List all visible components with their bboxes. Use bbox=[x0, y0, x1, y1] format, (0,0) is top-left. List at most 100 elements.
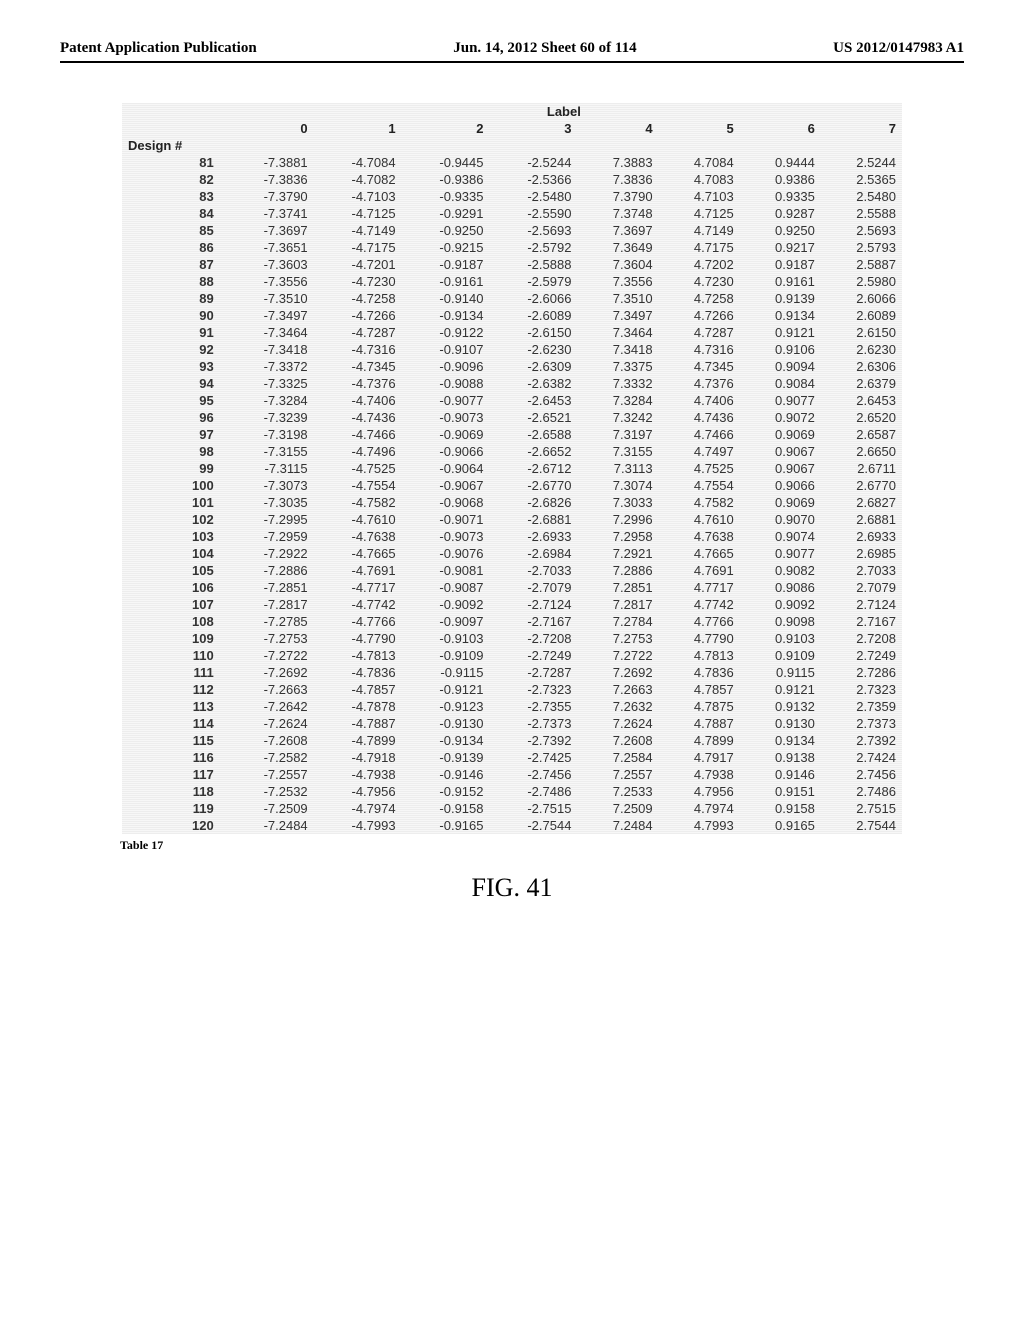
cell: -7.3790 bbox=[226, 188, 314, 205]
cell: -7.3418 bbox=[226, 341, 314, 358]
cell: 0.9077 bbox=[740, 392, 821, 409]
header-right: US 2012/0147983 A1 bbox=[833, 40, 964, 57]
cell: 4.7525 bbox=[659, 460, 740, 477]
row-id: 116 bbox=[122, 749, 226, 766]
cell: 4.7993 bbox=[659, 817, 740, 834]
cell: -0.9161 bbox=[402, 273, 490, 290]
table-row: 92-7.3418-4.7316-0.9107-2.62307.34184.73… bbox=[122, 341, 902, 358]
cell: -4.7878 bbox=[314, 698, 402, 715]
cell: 7.2692 bbox=[577, 664, 658, 681]
cell: 4.7610 bbox=[659, 511, 740, 528]
cell: -4.7376 bbox=[314, 375, 402, 392]
row-id: 105 bbox=[122, 562, 226, 579]
cell: 4.7084 bbox=[659, 154, 740, 171]
table-row: 97-7.3198-4.7466-0.9069-2.65887.31974.74… bbox=[122, 426, 902, 443]
cell: 7.3242 bbox=[577, 409, 658, 426]
cell: 4.7376 bbox=[659, 375, 740, 392]
cell: 7.3748 bbox=[577, 205, 658, 222]
table-row: 86-7.3651-4.7175-0.9215-2.57927.36494.71… bbox=[122, 239, 902, 256]
cell: -0.9071 bbox=[402, 511, 490, 528]
row-id: 114 bbox=[122, 715, 226, 732]
cell: -4.7406 bbox=[314, 392, 402, 409]
cell: -0.9103 bbox=[402, 630, 490, 647]
table-row: 112-7.2663-4.7857-0.9121-2.73237.26634.7… bbox=[122, 681, 902, 698]
cell: 4.7287 bbox=[659, 324, 740, 341]
cell: 4.7316 bbox=[659, 341, 740, 358]
cell: 7.3697 bbox=[577, 222, 658, 239]
row-id: 120 bbox=[122, 817, 226, 834]
cell: 7.2958 bbox=[577, 528, 658, 545]
cell: 7.3883 bbox=[577, 154, 658, 171]
cell: -0.9088 bbox=[402, 375, 490, 392]
cell: 0.9067 bbox=[740, 443, 821, 460]
cell: 7.2533 bbox=[577, 783, 658, 800]
header-left: Patent Application Publication bbox=[60, 40, 257, 57]
cell: 0.9335 bbox=[740, 188, 821, 205]
cell: -7.3239 bbox=[226, 409, 314, 426]
cell: 0.9098 bbox=[740, 613, 821, 630]
cell: -7.3464 bbox=[226, 324, 314, 341]
cell: -2.7323 bbox=[490, 681, 578, 698]
cell: -4.7103 bbox=[314, 188, 402, 205]
cell: 7.2663 bbox=[577, 681, 658, 698]
cell: 0.9132 bbox=[740, 698, 821, 715]
page-header: Patent Application Publication Jun. 14, … bbox=[60, 40, 964, 63]
cell: 0.9134 bbox=[740, 732, 821, 749]
cell: -4.7287 bbox=[314, 324, 402, 341]
cell: 4.7766 bbox=[659, 613, 740, 630]
cell: 7.2753 bbox=[577, 630, 658, 647]
cell: 4.7638 bbox=[659, 528, 740, 545]
data-table-wrap: Label 0 1 2 3 4 5 6 7 Design # bbox=[122, 103, 902, 834]
cell: 0.9146 bbox=[740, 766, 821, 783]
cell: -2.7033 bbox=[490, 562, 578, 579]
cell: 2.6150 bbox=[821, 324, 902, 341]
cell: -2.7208 bbox=[490, 630, 578, 647]
cell: -0.9215 bbox=[402, 239, 490, 256]
cell: 4.7497 bbox=[659, 443, 740, 460]
table-row: 93-7.3372-4.7345-0.9096-2.63097.33754.73… bbox=[122, 358, 902, 375]
cell: -2.6933 bbox=[490, 528, 578, 545]
cell: 0.9217 bbox=[740, 239, 821, 256]
row-id: 113 bbox=[122, 698, 226, 715]
cell: -4.7956 bbox=[314, 783, 402, 800]
cell: -4.7258 bbox=[314, 290, 402, 307]
cell: -2.6453 bbox=[490, 392, 578, 409]
cell: 4.7857 bbox=[659, 681, 740, 698]
cell: -0.9386 bbox=[402, 171, 490, 188]
cell: 0.9161 bbox=[740, 273, 821, 290]
table-row: 111-7.2692-4.7836-0.9115-2.72877.26924.7… bbox=[122, 664, 902, 681]
cell: 0.9158 bbox=[740, 800, 821, 817]
cell: -0.9081 bbox=[402, 562, 490, 579]
cell: -0.9076 bbox=[402, 545, 490, 562]
cell: 4.7717 bbox=[659, 579, 740, 596]
cell: 2.7392 bbox=[821, 732, 902, 749]
cell: 2.7124 bbox=[821, 596, 902, 613]
cell: -2.6712 bbox=[490, 460, 578, 477]
cell: 2.7033 bbox=[821, 562, 902, 579]
cell: -7.2922 bbox=[226, 545, 314, 562]
cell: -0.9122 bbox=[402, 324, 490, 341]
cell: -7.2663 bbox=[226, 681, 314, 698]
cell: -2.7124 bbox=[490, 596, 578, 613]
cell: -4.7974 bbox=[314, 800, 402, 817]
cell: 2.5480 bbox=[821, 188, 902, 205]
cell: -4.7230 bbox=[314, 273, 402, 290]
cell: 2.6770 bbox=[821, 477, 902, 494]
cell: -2.6230 bbox=[490, 341, 578, 358]
cell: -0.9068 bbox=[402, 494, 490, 511]
cell: -7.2608 bbox=[226, 732, 314, 749]
cell: 4.7956 bbox=[659, 783, 740, 800]
cell: -4.7436 bbox=[314, 409, 402, 426]
row-id: 95 bbox=[122, 392, 226, 409]
cell: 7.3197 bbox=[577, 426, 658, 443]
cell: -0.9121 bbox=[402, 681, 490, 698]
table-row: 91-7.3464-4.7287-0.9122-2.61507.34644.72… bbox=[122, 324, 902, 341]
cell: -4.7175 bbox=[314, 239, 402, 256]
table-row: 109-7.2753-4.7790-0.9103-2.72087.27534.7… bbox=[122, 630, 902, 647]
row-id: 108 bbox=[122, 613, 226, 630]
cell: -0.9096 bbox=[402, 358, 490, 375]
cell: 7.3790 bbox=[577, 188, 658, 205]
cell: -2.7425 bbox=[490, 749, 578, 766]
cell: 7.3375 bbox=[577, 358, 658, 375]
cell: 0.9077 bbox=[740, 545, 821, 562]
